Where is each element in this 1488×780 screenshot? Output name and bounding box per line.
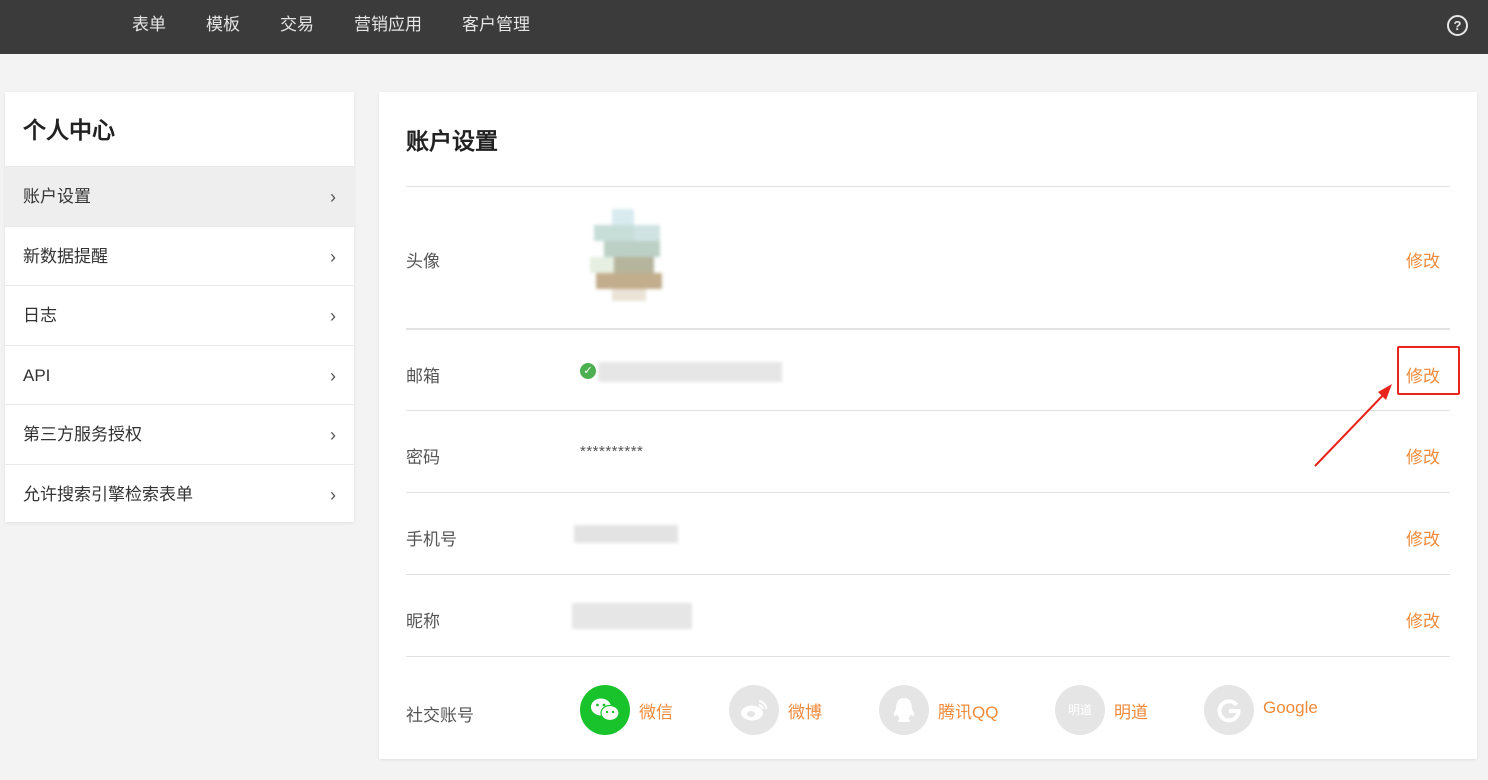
edit-avatar-link[interactable]: 修改	[1406, 247, 1440, 272]
password-row: 密码 ********** 修改	[406, 410, 1450, 492]
social-label: 微信	[639, 703, 673, 722]
social-label: 微博	[788, 703, 822, 722]
sidebar-title: 个人中心	[23, 117, 115, 143]
chevron-right-icon: ›	[330, 365, 336, 386]
sidebar-item-account-settings[interactable]: 账户设置 ›	[5, 166, 354, 226]
nickname-row: 昵称 修改	[406, 574, 1450, 656]
edit-password-link[interactable]: 修改	[1406, 443, 1440, 468]
wechat-icon	[580, 685, 630, 735]
annotation-arrow-icon	[1314, 384, 1392, 467]
email-value	[598, 362, 782, 382]
social-label: 腾讯QQ	[938, 703, 999, 722]
password-label: 密码	[406, 448, 440, 467]
help-icon[interactable]: ?	[1447, 15, 1468, 36]
nickname-label: 昵称	[406, 612, 440, 631]
edit-nickname-link[interactable]: 修改	[1406, 607, 1440, 632]
email-label: 邮箱	[406, 367, 440, 386]
nav-item-marketing-apps[interactable]: 营销应用	[334, 0, 442, 54]
avatar-label: 头像	[406, 252, 440, 271]
page-title: 账户设置	[406, 128, 498, 154]
social-label: Google	[1263, 698, 1318, 717]
sidebar-item-label: 允许搜索引擎检索表单	[23, 484, 193, 504]
sidebar-item-log[interactable]: 日志 ›	[5, 285, 354, 345]
nav-item-customer-management[interactable]: 客户管理	[442, 0, 550, 54]
social-mingdao[interactable]: 明道 明道	[1055, 685, 1165, 735]
social-google[interactable]: Google	[1204, 685, 1334, 735]
sidebar-item-label: API	[23, 365, 51, 385]
phone-row: 手机号 修改	[406, 492, 1450, 574]
phone-label: 手机号	[406, 530, 457, 549]
sidebar-item-search-engine-indexing[interactable]: 允许搜索引擎检索表单 ›	[5, 463, 354, 524]
top-navigation-bar: 表单 模板 交易 营销应用 客户管理 ?	[0, 0, 1488, 54]
sidebar-item-label: 新数据提醒	[23, 246, 108, 266]
sidebar-item-new-data-alert[interactable]: 新数据提醒 ›	[5, 225, 354, 286]
chevron-right-icon: ›	[330, 187, 336, 207]
social-wechat[interactable]: 微信	[580, 685, 680, 735]
sidebar-item-third-party-auth[interactable]: 第三方服务授权 ›	[5, 404, 354, 464]
chevron-right-icon: ›	[330, 306, 336, 326]
sidebar-item-label: 第三方服务授权	[23, 425, 142, 444]
nickname-value	[572, 603, 692, 629]
email-row: 邮箱 ✓ 修改	[406, 328, 1450, 410]
password-value: **********	[580, 443, 644, 460]
phone-value	[574, 525, 678, 543]
social-accounts-label: 社交账号	[406, 706, 474, 725]
sidebar-item-label: 账户设置	[23, 187, 91, 206]
sidebar-item-api[interactable]: API ›	[5, 344, 354, 405]
social-accounts-list: 微信 微博 腾讯QQ 明道 明道 Google	[580, 685, 1380, 735]
top-nav: 表单 模板 交易 营销应用 客户管理	[112, 0, 550, 54]
nav-item-templates[interactable]: 模板	[186, 0, 260, 54]
social-qq[interactable]: 腾讯QQ	[879, 685, 1009, 735]
social-label: 明道	[1114, 703, 1148, 722]
verified-check-icon: ✓	[580, 363, 596, 379]
edit-phone-link[interactable]: 修改	[1406, 525, 1440, 550]
google-icon	[1204, 685, 1254, 735]
mingdao-icon: 明道	[1055, 685, 1105, 735]
sidebar: 个人中心 账户设置 › 新数据提醒 › 日志 › API › 第三方服务授权 ›…	[5, 92, 354, 522]
chevron-right-icon: ›	[330, 484, 336, 505]
avatar-row: 头像 修改	[406, 186, 1450, 328]
weibo-icon	[729, 685, 779, 735]
chevron-right-icon: ›	[330, 425, 336, 445]
nav-item-transactions[interactable]: 交易	[260, 0, 334, 54]
qq-icon	[879, 685, 929, 735]
social-accounts-row: 社交账号 微信 微博 腾讯QQ 明道 明道 Google	[406, 656, 1450, 756]
nav-item-forms[interactable]: 表单	[112, 0, 186, 54]
sidebar-item-label: 日志	[23, 306, 57, 325]
avatar[interactable]	[584, 209, 676, 307]
social-weibo[interactable]: 微博	[729, 685, 829, 735]
chevron-right-icon: ›	[330, 246, 336, 267]
